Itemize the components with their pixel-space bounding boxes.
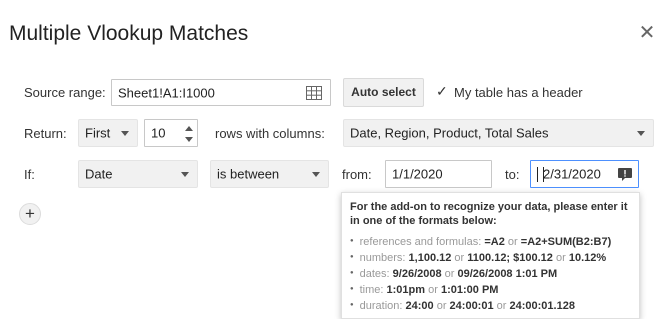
from-value: 1/1/2020 [392,166,443,182]
checkmark-icon: ✓ [436,83,448,99]
source-range-label: Source range: [24,85,106,100]
header-checkbox[interactable]: ✓ [436,83,449,99]
dialog-title: Multiple Vlookup Matches [9,22,249,45]
columns-value: Date, Region, Product, Total Sales [350,125,549,141]
to-label: to: [505,167,520,182]
condition-column-select[interactable]: Date [78,160,198,188]
return-label: Return: [24,126,67,141]
close-icon[interactable]: ✕ [638,23,656,43]
stepper-up-icon[interactable] [185,126,193,131]
source-range-value: Sheet1!A1:I1000 [118,85,215,100]
source-range-input[interactable]: Sheet1!A1:I1000 [111,79,331,106]
columns-label: rows with columns: [215,126,325,141]
tooltip-heading: For the add-on to recognize your data, p… [350,201,628,227]
list-item: numbers: 1,100.12 or 1100.12; $100.12 or… [350,250,611,266]
return-mode-value: First [85,125,111,141]
stepper-down-icon[interactable] [185,137,193,142]
columns-select[interactable]: Date, Region, Product, Total Sales [343,119,654,147]
return-count-stepper[interactable]: 10 [144,119,198,147]
list-item: time: 1:01pm or 1:01:00 PM [350,282,611,298]
format-tooltip: For the add-on to recognize your data, p… [341,192,640,319]
from-label: from: [342,167,372,182]
chevron-down-icon [121,131,129,136]
to-input[interactable]: 2/31/2020 [530,160,639,188]
comment-hint-icon[interactable] [617,167,633,182]
condition-operator-value: is between [217,166,280,182]
list-item: references and formulas: =A2 or =A2+SUM(… [350,234,612,250]
chevron-down-icon [637,131,645,136]
chevron-down-icon [181,172,189,177]
return-count-value: 10 [151,125,166,141]
return-mode-select[interactable]: First [78,119,138,147]
text-cursor-icon [537,167,544,182]
if-label: If: [24,167,35,182]
format-list: references and formulas: =A2 or =A2+SUM(… [350,234,612,314]
add-condition-button[interactable]: + [19,203,41,225]
to-value: 2/31/2020 [543,166,601,182]
auto-select-button[interactable]: Auto select [343,78,424,107]
table-grid-icon[interactable] [306,86,322,100]
list-item: duration: 24:00 or 24:00:01 or 24:00:01.… [350,298,611,314]
condition-operator-select[interactable]: is between [210,160,329,188]
chevron-down-icon [312,172,320,177]
from-input[interactable]: 1/1/2020 [385,160,492,188]
header-checkbox-label[interactable]: My table has a header [454,85,583,100]
list-item: dates: 9/26/2008 or 09/26/2008 1:01 PM [350,266,611,282]
condition-column-value: Date [85,166,113,182]
